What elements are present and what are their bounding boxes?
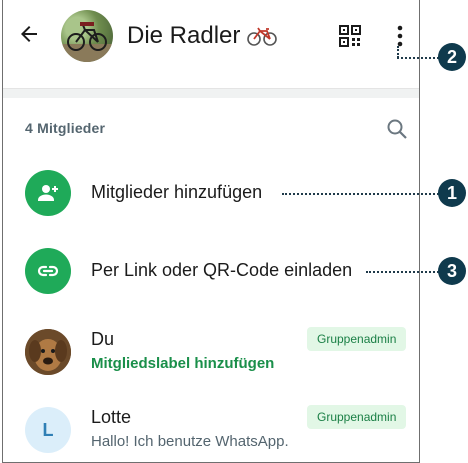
qr-code-icon[interactable] (339, 25, 361, 47)
arrow-left-icon[interactable] (17, 22, 41, 46)
group-title[interactable]: Die Radler (127, 22, 240, 50)
member-name: Du (91, 329, 115, 349)
avatar (25, 329, 71, 375)
callout-2: 2 (438, 43, 466, 71)
callout-2-line (397, 57, 439, 59)
status-badge: Gruppenadmin (307, 327, 407, 351)
callout-3: 3 (438, 257, 466, 285)
invite-link-row[interactable]: Per Link oder QR-Code einladen (3, 243, 419, 299)
callout-1-line (282, 193, 439, 195)
bicycle-emoji-icon (247, 27, 277, 46)
app-header: Die Radler (3, 0, 419, 68)
member-row-du[interactable]: Du Mitgliedslabel hinzufügen Gruppenadmi… (3, 325, 419, 389)
callout-1: 1 (438, 179, 466, 207)
add-members-label: Mitglieder hinzufügen (91, 182, 263, 202)
bicycle-photo (61, 22, 113, 62)
avatar: L (25, 407, 71, 453)
group-avatar[interactable] (61, 10, 113, 62)
member-row-lotte[interactable]: L Lotte Hallo! Ich benutze WhatsApp. Gru… (3, 403, 419, 462)
group-info-screen: Die Radler 4 Mitglieder Mitglieder hinzu… (2, 0, 420, 463)
member-count-label: 4 Mitglieder (25, 120, 106, 136)
status-badge: Gruppenadmin (307, 405, 407, 429)
more-vert-icon[interactable] (393, 24, 407, 48)
add-member-label-link[interactable]: Mitgliedslabel hinzufügen (91, 355, 274, 372)
search-icon[interactable] (385, 117, 409, 141)
link-icon (25, 248, 71, 294)
invite-link-label: Per Link oder QR-Code einladen (91, 260, 353, 280)
avatar-letter: L (42, 419, 54, 440)
section-divider (3, 88, 419, 98)
member-status-text: Hallo! Ich benutze WhatsApp. (91, 433, 289, 450)
dog-photo (25, 329, 71, 375)
member-name: Lotte (91, 407, 132, 427)
callout-3-line (366, 271, 439, 273)
add-person-icon (25, 170, 71, 216)
